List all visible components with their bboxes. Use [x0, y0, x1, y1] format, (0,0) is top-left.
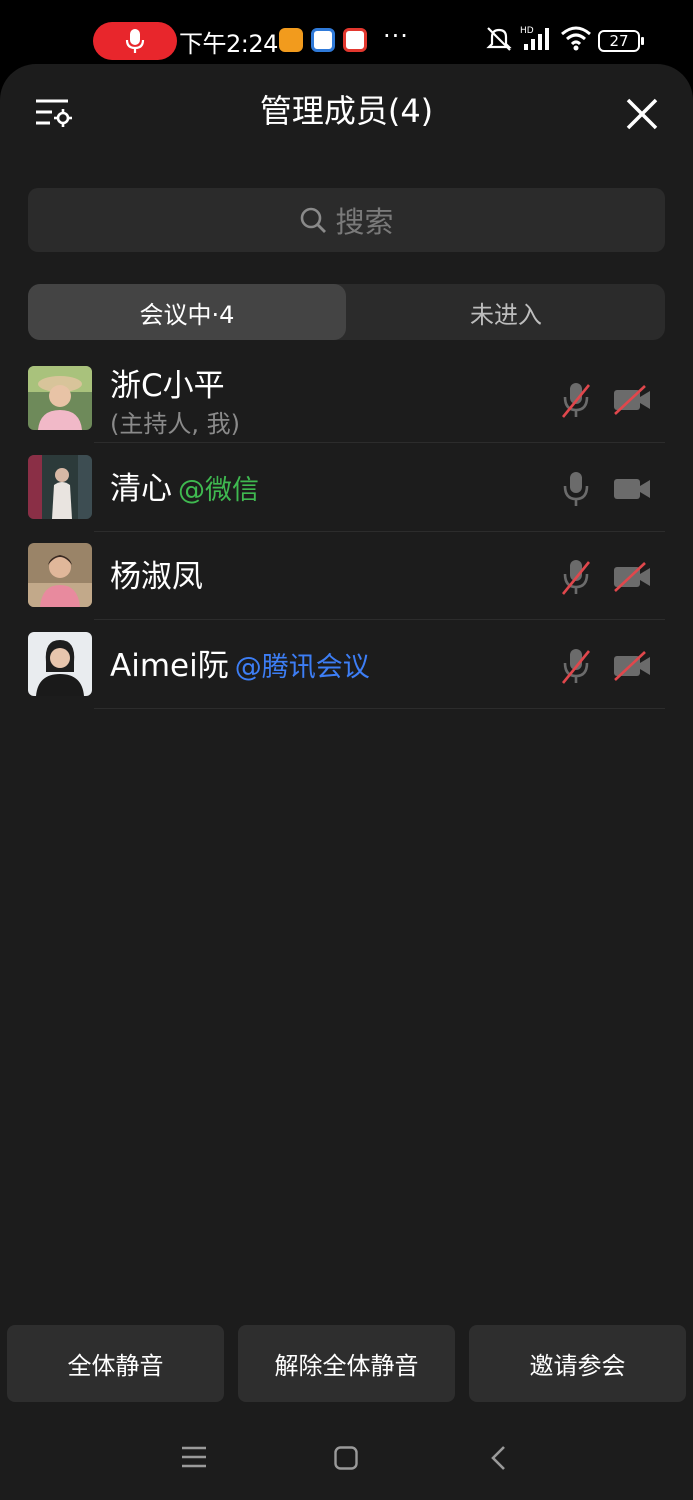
- svg-text:HD: HD: [520, 26, 534, 36]
- search-input[interactable]: 搜索: [28, 188, 665, 252]
- clock: 下午2:24: [179, 30, 278, 58]
- member-role: (主持人, 我): [110, 410, 240, 438]
- member-name: 清心 @微信: [110, 471, 259, 507]
- member-row[interactable]: 清心 @微信: [0, 443, 693, 532]
- avatar: [28, 455, 92, 519]
- camera-off-icon[interactable]: [612, 384, 652, 416]
- microphone-icon[interactable]: [560, 469, 592, 509]
- camera-off-icon[interactable]: [612, 561, 652, 593]
- microphone-icon: [125, 29, 145, 53]
- wechat-source-tag: @微信: [178, 475, 259, 506]
- manage-members-panel: 管理成员(4) 搜索 会议中·4 未进入 浙C小平 (主持人, 我) 清心 @微…: [0, 64, 693, 1500]
- app-notification-icon: [343, 28, 367, 52]
- camera-off-icon[interactable]: [612, 650, 652, 682]
- close-icon[interactable]: [622, 94, 662, 134]
- avatar: [28, 543, 92, 607]
- tab-in-meeting[interactable]: 会议中·4: [28, 284, 346, 340]
- member-name: Aimei阮 @腾讯会议: [110, 648, 370, 684]
- tab-not-joined[interactable]: 未进入: [347, 284, 665, 340]
- recording-indicator[interactable]: [93, 22, 177, 60]
- row-divider: [94, 708, 665, 709]
- member-row[interactable]: 杨淑凤: [0, 531, 693, 620]
- avatar: [28, 632, 92, 696]
- mute-all-button[interactable]: 全体静音: [7, 1325, 224, 1402]
- avatar: [28, 366, 92, 430]
- camera-icon[interactable]: [612, 473, 652, 505]
- search-placeholder: 搜索: [335, 205, 394, 239]
- app-notification-icon: [279, 28, 303, 52]
- tencent-meeting-source-tag: @腾讯会议: [234, 652, 370, 683]
- member-name: 浙C小平: [110, 368, 225, 404]
- status-bar: 下午2:24 ··· HD 27: [0, 0, 693, 68]
- bottom-action-bar: 全体静音 解除全体静音 邀请参会: [0, 1311, 693, 1415]
- wifi-icon: [561, 26, 591, 51]
- system-navigation-bar: [0, 1415, 693, 1500]
- page-title: 管理成员(4): [259, 92, 434, 130]
- member-row[interactable]: Aimei阮 @腾讯会议: [0, 620, 693, 709]
- silent-bell-icon: [486, 27, 512, 51]
- member-name: 杨淑凤: [110, 559, 203, 595]
- member-row[interactable]: 浙C小平 (主持人, 我): [0, 354, 693, 443]
- search-icon: [301, 207, 327, 233]
- member-tabs: 会议中·4 未进入: [28, 284, 665, 340]
- microphone-muted-icon[interactable]: [560, 380, 592, 420]
- microphone-muted-icon[interactable]: [560, 557, 592, 597]
- microphone-muted-icon[interactable]: [560, 646, 592, 686]
- signal-icon: HD: [520, 26, 549, 50]
- battery-indicator: 27: [598, 30, 644, 52]
- home-icon[interactable]: [334, 1446, 358, 1470]
- unmute-all-button[interactable]: 解除全体静音: [238, 1325, 455, 1402]
- app-notification-icon: [311, 28, 335, 52]
- menu-icon[interactable]: [181, 1445, 207, 1469]
- invite-button[interactable]: 邀请参会: [469, 1325, 686, 1402]
- more-notifications-icon: ···: [383, 22, 409, 50]
- back-icon[interactable]: [489, 1445, 507, 1471]
